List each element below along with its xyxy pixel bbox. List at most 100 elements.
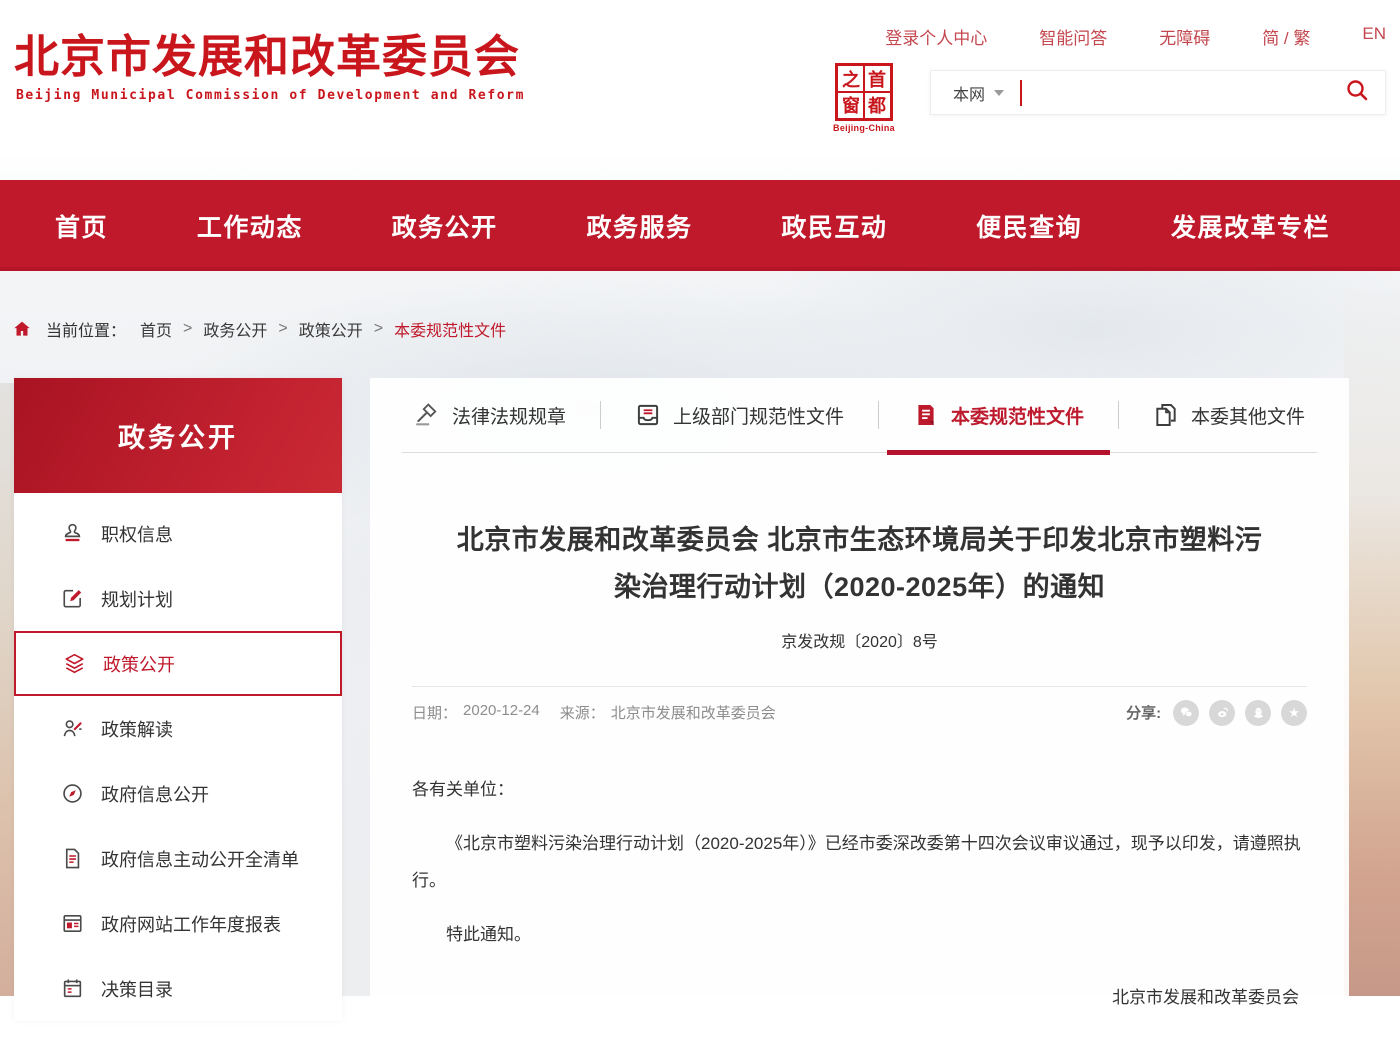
edit-icon [60, 587, 84, 611]
nav-item-convenience-query[interactable]: 便民查询 [976, 208, 1082, 244]
sidebar-item-label: 政府信息公开 [101, 781, 209, 807]
document-red-icon [913, 402, 939, 428]
sidebar-item-decision-directory[interactable]: 决策目录 [14, 956, 342, 1021]
search-bar: 本网 [930, 70, 1386, 115]
breadcrumb-item-gov-open[interactable]: 政务公开 [203, 317, 267, 341]
nav-item-work-dynamics[interactable]: 工作动态 [197, 208, 303, 244]
breadcrumb: 当前位置： 首页 > 政务公开 > 政策公开 > 本委规范性文件 [12, 317, 1400, 341]
sidebar-item-label: 职权信息 [101, 521, 173, 547]
chevron-down-icon[interactable] [994, 90, 1004, 96]
tab-divider [600, 401, 601, 429]
weibo-share-icon[interactable] [1209, 700, 1235, 726]
breadcrumb-separator: > [374, 320, 383, 338]
sidebar-item-policy-open[interactable]: 政策公开 [14, 631, 342, 696]
utility-links: 登录个人中心 智能问答 无障碍 简 / 繁 EN [885, 24, 1386, 49]
login-link[interactable]: 登录个人中心 [885, 24, 987, 49]
tab-label: 本委规范性文件 [951, 402, 1084, 429]
gavel-icon [414, 402, 440, 428]
sidebar-item-label: 决策目录 [101, 976, 173, 1002]
english-link[interactable]: EN [1362, 24, 1386, 49]
nav-item-gov-affairs-open[interactable]: 政务公开 [392, 208, 498, 244]
layers-icon [62, 652, 86, 676]
date-label: 日期： [412, 702, 457, 723]
breadcrumb-item-current: 本委规范性文件 [394, 317, 506, 341]
nav-item-home[interactable]: 首页 [55, 208, 108, 244]
sidebar-item-label: 政策公开 [103, 651, 175, 677]
compass-icon [60, 782, 84, 806]
breadcrumb-label: 当前位置： [46, 317, 126, 341]
copy-doc-icon [1153, 402, 1179, 428]
nav-item-gov-services[interactable]: 政务服务 [586, 208, 692, 244]
document-number: 京发改规〔2020〕8号 [412, 628, 1307, 652]
article-meta: 日期： 2020-12-24 来源： 北京市发展和改革委员会 分享: ★ [412, 700, 1307, 726]
seal-icon: 之 首 窗 都 [835, 63, 893, 121]
sidebar-item-label: 政策解读 [101, 716, 173, 742]
signature: 北京市发展和改革委员会 [412, 980, 1307, 1017]
tab-label: 本委其他文件 [1191, 402, 1305, 429]
sidebar-item-authority-info[interactable]: 职权信息 [14, 501, 342, 566]
sidebar-title: 政务公开 [14, 378, 342, 493]
tab-label: 法律法规规章 [452, 402, 566, 429]
sidebar-item-label: 政府网站工作年度报表 [101, 911, 281, 937]
sidebar-item-label: 规划计划 [101, 586, 173, 612]
sidebar: 政务公开 职权信息 规划计划 政策公开 [14, 378, 342, 1021]
site-logo-title: 北京市发展和改革委员会 [14, 20, 520, 85]
seal-char: 之 [838, 66, 864, 92]
seal-char: 首 [864, 66, 890, 92]
sidebar-item-annual-website-report[interactable]: 政府网站工作年度报表 [14, 891, 342, 956]
article-date: 2020-12-24 [463, 702, 540, 723]
sidebar-item-gov-info-open[interactable]: 政府信息公开 [14, 761, 342, 826]
tab-commission-other-docs[interactable]: 本委其他文件 [1141, 378, 1317, 452]
tab-superior-normative-docs[interactable]: 上级部门规范性文件 [623, 378, 856, 452]
body-paragraph: 特此通知。 [412, 917, 1307, 954]
sidebar-menu: 职权信息 规划计划 政策公开 政策解读 [14, 493, 342, 1021]
body-paragraph: 《北京市塑料污染治理行动计划（2020-2025年）》已经市委深改委第十四次会议… [412, 826, 1307, 899]
article-body: 各有关单位： 《北京市塑料污染治理行动计划（2020-2025年）》已经市委深改… [412, 772, 1307, 1017]
breadcrumb-item-policy-open[interactable]: 政策公开 [299, 317, 363, 341]
search-button[interactable] [1345, 78, 1369, 107]
sidebar-item-label: 政府信息主动公开全清单 [101, 846, 299, 872]
sidebar-item-planning[interactable]: 规划计划 [14, 566, 342, 631]
report-icon [60, 912, 84, 936]
tab-laws-regulations[interactable]: 法律法规规章 [402, 378, 578, 452]
person-edit-icon [60, 717, 84, 741]
article-source: 北京市发展和改革委员会 [611, 702, 776, 723]
date-source: 日期： 2020-12-24 来源： 北京市发展和改革委员会 [412, 702, 776, 723]
document-category-tabs: 法律法规规章 上级部门规范性文件 本委规范性文件 本 [402, 378, 1317, 453]
home-icon[interactable] [12, 319, 32, 339]
source-label: 来源： [560, 702, 605, 723]
main-navigation: 首页 工作动态 政务公开 政务服务 政民互动 便民查询 发展改革专栏 [0, 180, 1400, 271]
site-logo-subtitle: Beijing Municipal Commission of Developm… [16, 88, 525, 103]
search-scope-select[interactable]: 本网 [953, 81, 985, 105]
seal-caption: Beijing-China [832, 123, 896, 133]
sidebar-item-proactive-disclosure-list[interactable]: 政府信息主动公开全清单 [14, 826, 342, 891]
favorite-star-icon[interactable]: ★ [1281, 700, 1307, 726]
calendar-icon [60, 977, 84, 1001]
tab-label: 上级部门规范性文件 [673, 402, 844, 429]
tab-divider [878, 401, 879, 429]
breadcrumb-item-home[interactable]: 首页 [140, 317, 172, 341]
breadcrumb-separator: > [278, 320, 287, 338]
tab-divider [1118, 401, 1119, 429]
main-panel: 法律法规规章 上级部门规范性文件 本委规范性文件 本 [370, 378, 1349, 1056]
beijing-china-seal[interactable]: 之 首 窗 都 Beijing-China [832, 63, 896, 133]
seal-char: 都 [864, 92, 890, 118]
sidebar-item-policy-interpretation[interactable]: 政策解读 [14, 696, 342, 761]
wechat-share-icon[interactable] [1173, 700, 1199, 726]
stamp-icon [60, 522, 84, 546]
simplified-traditional-toggle[interactable]: 简 / 繁 [1262, 24, 1310, 49]
site-header: 北京市发展和改革委员会 Beijing Municipal Commission… [0, 0, 1400, 150]
share-label: 分享: [1126, 702, 1161, 723]
tab-commission-normative-docs[interactable]: 本委规范性文件 [901, 378, 1096, 452]
content-area: 政务公开 职权信息 规划计划 政策公开 [0, 378, 1400, 1056]
accessibility-link[interactable]: 无障碍 [1159, 24, 1210, 49]
inbox-doc-icon [635, 402, 661, 428]
search-input[interactable] [1022, 73, 1345, 113]
smart-qa-link[interactable]: 智能问答 [1039, 24, 1107, 49]
qq-share-icon[interactable] [1245, 700, 1271, 726]
breadcrumb-separator: > [183, 320, 192, 338]
salutation: 各有关单位： [412, 772, 1307, 809]
document-icon [60, 847, 84, 871]
nav-item-public-interaction[interactable]: 政民互动 [781, 208, 887, 244]
nav-item-reform-column[interactable]: 发展改革专栏 [1171, 208, 1330, 244]
